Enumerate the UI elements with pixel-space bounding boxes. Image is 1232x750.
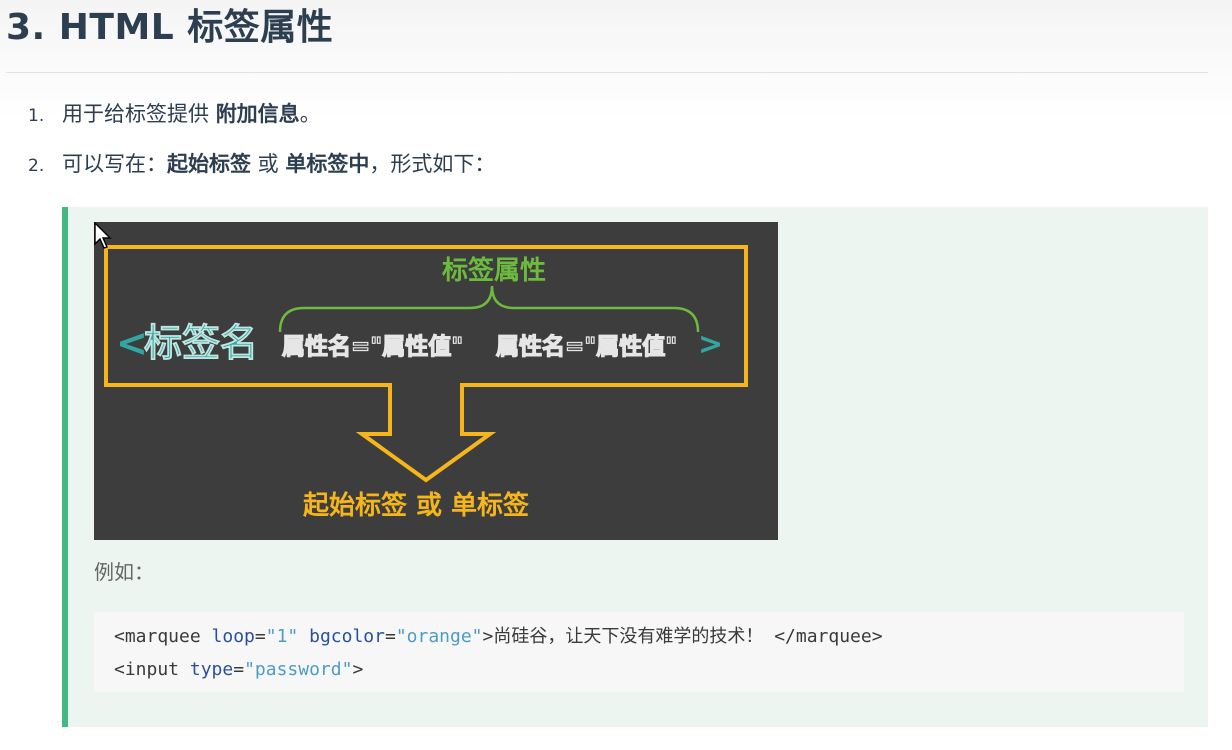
code-tag: <marquee xyxy=(114,626,212,647)
list-text: 。 xyxy=(299,102,321,126)
list-bold-text: 起始标签 xyxy=(167,152,251,176)
list-text: 或 xyxy=(251,152,286,176)
list-text: ，形式如下： xyxy=(369,152,496,176)
code-punct: = xyxy=(384,626,396,647)
code-attr: type xyxy=(189,659,234,680)
code-tag: <input xyxy=(114,659,190,680)
code-attr: loop xyxy=(211,626,255,647)
code-punct: > xyxy=(482,626,494,647)
code-value: "orange" xyxy=(395,626,483,647)
attribute-label: 标签属性 xyxy=(442,255,546,286)
example-label: 例如： xyxy=(94,560,154,584)
list-item: 2. 可以写在：起始标签 或 单标签中，形式如下： xyxy=(28,146,495,196)
list-number: 1. xyxy=(28,106,45,126)
code-punct: = xyxy=(254,626,266,647)
code-text: 尚硅谷，让天下没有难学的技术！ xyxy=(493,626,764,647)
code-punct: > xyxy=(352,659,364,680)
attribute-pair: 属性名="属性值" xyxy=(496,333,677,360)
code-attr: bgcolor xyxy=(309,626,385,647)
tip-container: 标签属性 < 标签名 属性名="属性值" 属性名="属性值" > 起始标签 或 … xyxy=(62,207,1208,727)
tag-name-label: 标签名 xyxy=(144,321,258,365)
diagram-graphic: 标签属性 < 标签名 属性名="属性值" 属性名="属性值" > 起始标签 或 … xyxy=(104,245,748,521)
attribute-pair: 属性名="属性值" xyxy=(282,333,463,360)
code-value: "1" xyxy=(265,626,299,647)
bottom-label: 起始标签 或 单标签 xyxy=(303,490,530,521)
code-line: <input type="password"> xyxy=(114,653,1164,686)
mouse-cursor-icon xyxy=(94,222,112,249)
heading-divider xyxy=(6,72,1208,73)
tag-attribute-diagram: 标签属性 < 标签名 属性名="属性值" 属性名="属性值" > 起始标签 或 … xyxy=(94,222,778,540)
section-heading: 3. HTML 标签属性 xyxy=(6,7,334,48)
code-block: <marquee loop="1" bgcolor="orange">尚硅谷，让… xyxy=(94,612,1184,692)
list-bold-text: 单标签中 xyxy=(285,152,370,176)
code-line: <marquee loop="1" bgcolor="orange">尚硅谷，让… xyxy=(114,620,1164,653)
code-punct: = xyxy=(233,659,245,680)
list-bold-text: 附加信息 xyxy=(215,102,300,126)
code-tag: </marquee> xyxy=(763,626,883,647)
ordered-list: 1. 用于给标签提供 附加信息。 2. 可以写在：起始标签 或 单标签中，形式如下： xyxy=(28,96,495,196)
tag-close-bracket: > xyxy=(698,327,723,362)
list-number: 2. xyxy=(28,156,45,176)
list-item: 1. 用于给标签提供 附加信息。 xyxy=(28,96,495,146)
code-value: "password" xyxy=(244,659,353,680)
document-page: 3. HTML 标签属性 1. 用于给标签提供 附加信息。 2. 可以写在：起始标签… xyxy=(0,0,1232,750)
list-text: 用于给标签提供 xyxy=(62,102,216,126)
attribute-brace xyxy=(278,285,700,333)
list-text: 可以写在： xyxy=(62,152,167,176)
